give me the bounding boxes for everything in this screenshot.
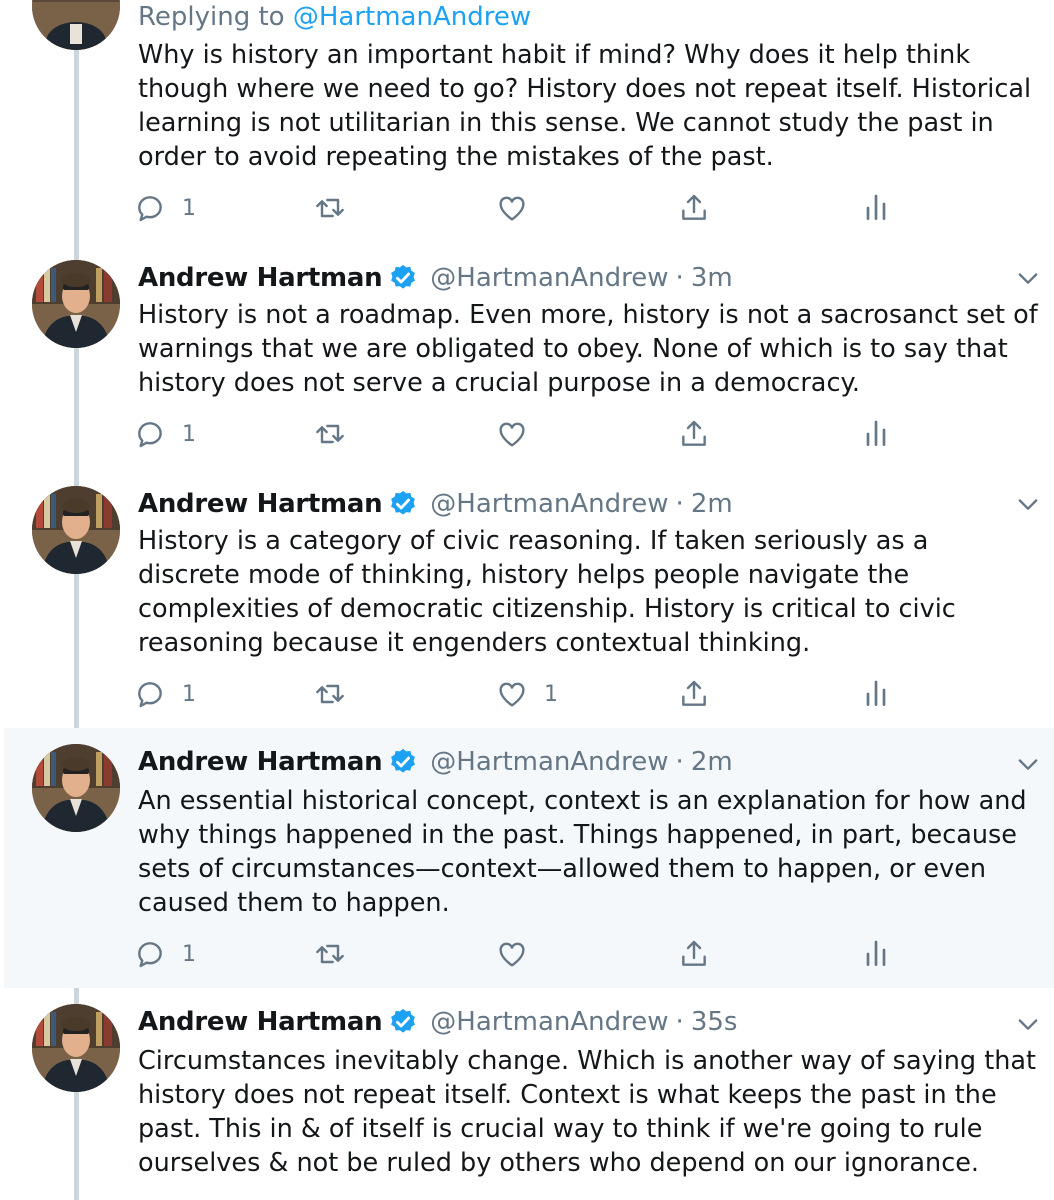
tweet-5[interactable]: Andrew Hartman @HartmanAndrew · 35s Circ… [0,990,1054,1200]
separator-dot: · [675,747,684,777]
avatar[interactable] [32,260,120,348]
reply-button[interactable]: 1 [134,414,196,454]
tweet-header: Andrew Hartman @HartmanAndrew · 2m [138,744,733,780]
tweet-text: An essential historical concept, context… [138,786,1027,918]
speech-bubble-icon [138,422,162,448]
reply-count: 1 [182,195,196,221]
tweet-2[interactable]: Andrew Hartman @HartmanAndrew · 3m Histo… [0,250,1054,480]
analytics-button[interactable] [860,188,892,228]
avatar[interactable] [32,744,120,832]
share-upload-icon [682,940,706,966]
avatar[interactable] [32,486,120,574]
tweet-actions: 1 [134,414,894,454]
tweet-text: Why is history an important habit if min… [138,40,1032,172]
author-handle[interactable]: @HartmanAndrew [430,747,668,777]
retweet-button[interactable] [314,414,346,454]
chevron-down-icon[interactable] [1014,490,1042,518]
author-name[interactable]: Andrew Hartman [138,263,383,293]
author-handle[interactable]: @HartmanAndrew [430,1007,668,1037]
tweet-text: Circumstances inevitably change. Which i… [138,1046,1037,1178]
verified-badge-icon [391,490,416,515]
tweet-3[interactable]: Andrew Hartman @HartmanAndrew · 2m Histo… [0,478,1054,728]
verified-badge-icon [391,1008,416,1033]
like-button[interactable] [496,188,528,228]
speech-bubble-icon [138,682,162,708]
tweet-timestamp[interactable]: 35s [691,1007,738,1037]
analytics-bars-icon [866,420,886,446]
retweet-icon [316,944,344,964]
tweet-header: Andrew Hartman @HartmanAndrew · 3m [138,260,733,296]
reply-button[interactable]: 1 [134,934,196,974]
retweet-icon [316,198,344,218]
tweet-header: Andrew Hartman @HartmanAndrew · 35s [138,1004,737,1040]
verified-badge-icon [391,748,416,773]
tweet-timestamp[interactable]: 2m [691,489,733,519]
avatar[interactable] [32,0,120,50]
share-button[interactable] [678,188,710,228]
replying-to-label: Replying to [138,2,285,32]
analytics-button[interactable] [860,934,892,974]
author-handle[interactable]: @HartmanAndrew [430,263,668,293]
analytics-bars-icon [866,680,886,706]
retweet-button[interactable] [314,934,346,974]
tweet-actions: 1 [134,188,894,228]
tweet-header: Andrew Hartman @HartmanAndrew · 2m [138,486,733,522]
reply-button[interactable]: 1 [134,188,196,228]
share-upload-icon [682,420,706,446]
like-button[interactable] [496,414,528,454]
share-button[interactable] [678,414,710,454]
speech-bubble-icon [138,196,162,222]
chevron-down-icon[interactable] [1014,1010,1042,1038]
reply-count: 1 [182,681,196,707]
verified-badge-icon [391,264,416,289]
tweet-text: History is not a roadmap. Even more, his… [138,300,1038,398]
tweet-4-highlighted[interactable]: Andrew Hartman @HartmanAndrew · 2m An es… [0,728,1054,988]
like-button[interactable] [496,934,528,974]
like-button[interactable]: 1 [496,674,558,714]
share-upload-icon [682,194,706,220]
analytics-bars-icon [866,194,886,220]
retweet-button[interactable] [314,674,346,714]
separator-dot: · [675,263,684,293]
separator-dot: · [675,1007,684,1037]
analytics-button[interactable] [860,414,892,454]
avatar[interactable] [32,1004,120,1092]
analytics-button[interactable] [860,674,892,714]
retweet-button[interactable] [314,188,346,228]
heart-icon [499,422,525,447]
speech-bubble-icon [138,942,162,968]
author-name[interactable]: Andrew Hartman [138,489,383,519]
chevron-down-icon[interactable] [1014,264,1042,292]
share-upload-icon [682,680,706,706]
reply-button[interactable]: 1 [134,674,196,714]
replying-to: Replying to @HartmanAndrew [138,2,531,32]
tweet-text: History is a category of civic reasoning… [138,526,956,658]
tweet-actions: 1 [134,934,894,974]
tweet-1[interactable]: Replying to @HartmanAndrew Why is histor… [0,0,1054,250]
tweet-timestamp[interactable]: 2m [691,747,733,777]
replying-to-handle-link[interactable]: @HartmanAndrew [293,2,531,32]
share-button[interactable] [678,934,710,974]
tweet-timestamp[interactable]: 3m [691,263,733,293]
reply-count: 1 [182,421,196,447]
heart-icon [499,682,525,707]
like-count: 1 [544,681,558,707]
heart-icon [499,942,525,967]
reply-count: 1 [182,941,196,967]
share-button[interactable] [678,674,710,714]
heart-icon [499,196,525,221]
tweet-actions: 1 1 [134,674,894,714]
author-name[interactable]: Andrew Hartman [138,747,383,777]
author-name[interactable]: Andrew Hartman [138,1007,383,1037]
separator-dot: · [675,489,684,519]
retweet-icon [316,424,344,444]
author-handle[interactable]: @HartmanAndrew [430,489,668,519]
analytics-bars-icon [866,940,886,966]
retweet-icon [316,684,344,704]
chevron-down-icon[interactable] [1014,750,1042,778]
